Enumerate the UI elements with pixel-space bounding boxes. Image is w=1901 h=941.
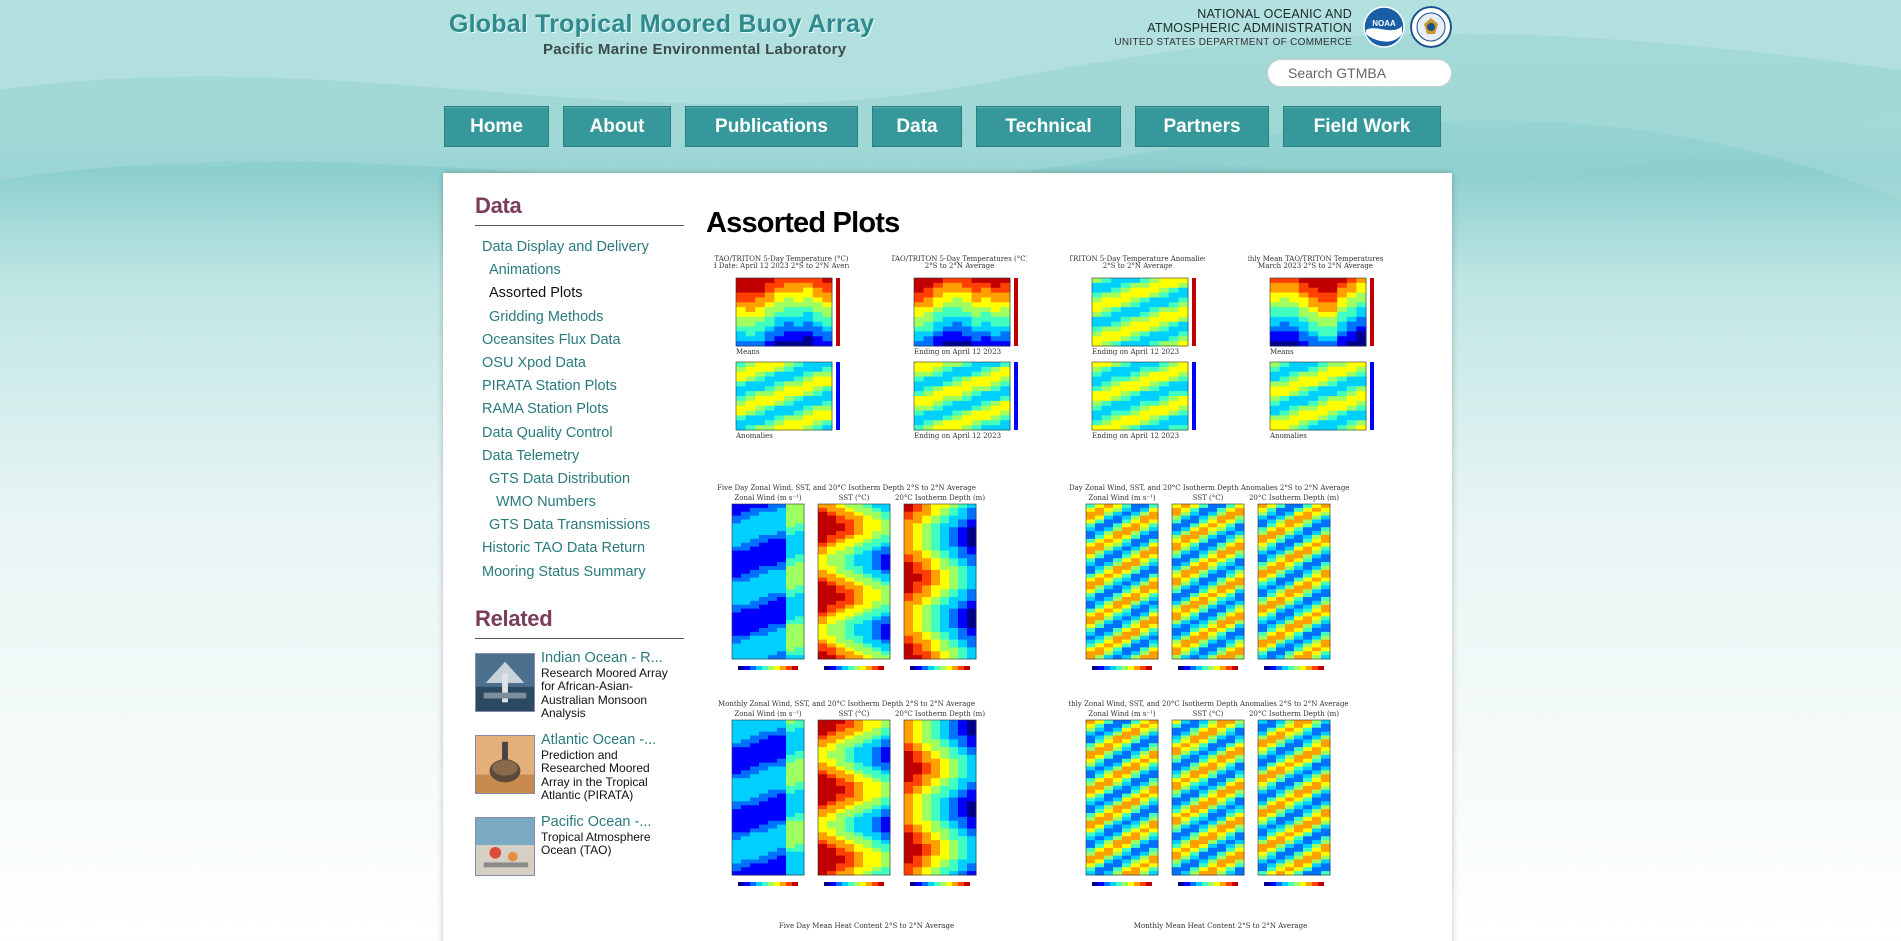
- plot-thumbnail[interactable]: Monthly Mean Heat Content 2°S to 2°N Ave…: [1068, 914, 1373, 941]
- plot-caption: Means: [1270, 348, 1294, 356]
- panel-label: 20°C Isotherm Depth (m): [895, 710, 985, 718]
- plot-subtitle: End Date: April 12 2023 2°S to 2°N Avera…: [714, 262, 849, 270]
- panel-label: 20°C Isotherm Depth (m): [895, 494, 985, 502]
- related-desc: Research Moored Array for African-Asian-…: [541, 665, 668, 721]
- plot-thumbnail[interactable]: Monthly Zonal Wind, SST, and 20°C Isothe…: [714, 698, 1019, 903]
- panel-label: SST (°C): [1193, 710, 1224, 718]
- content-panel: Data Data Display and Delivery Animations…: [443, 173, 1452, 941]
- plot-thumbnail[interactable]: Five Day Mean Heat Content 2°S to 2°N Av…: [714, 914, 1019, 941]
- plot-title: Five Day Zonal Wind, SST, and 20°C Isoth…: [1068, 484, 1349, 492]
- related-desc: Prediction and Researched Moored Array i…: [541, 747, 650, 803]
- site-title-sub: Pacific Marine Environmental Laboratory: [543, 41, 847, 58]
- related-title[interactable]: Indian Ocean - R...: [541, 649, 681, 667]
- plot-thumbnail[interactable]: TAO/TRITON 5-Day Temperatures (°C) 2°S to…: [892, 254, 1027, 449]
- plot-caption: Ending on April 12 2023: [1092, 348, 1179, 356]
- plot-caption: Ending on April 12 2023: [914, 432, 1001, 440]
- main-content: Assorted Plots TAO/TRITON 5-Day Temperat…: [706, 207, 1426, 930]
- nav-partners[interactable]: Partners: [1135, 106, 1269, 147]
- related-item-pacific-ocean[interactable]: Pacific Ocean -... Tropical Atmosphere O…: [475, 813, 684, 888]
- plot-thumbnail[interactable]: Monthly Zonal Wind, SST, and 20°C Isothe…: [1068, 698, 1373, 903]
- agency-line3: UNITED STATES DEPARTMENT OF COMMERCE: [1114, 37, 1352, 48]
- panel-label: 20°C Isotherm Depth (m): [1249, 494, 1339, 502]
- plot-caption: Anomalies: [1269, 432, 1307, 440]
- sidebar-item-assorted-plots[interactable]: Assorted Plots: [475, 282, 684, 305]
- sidebar-item-historic-tao-data-return[interactable]: Historic TAO Data Return: [475, 537, 684, 560]
- site-title[interactable]: Global Tropical Moored Buoy Array Pacifi…: [449, 10, 874, 58]
- sidebar-item-mooring-status-summary[interactable]: Mooring Status Summary: [475, 561, 684, 584]
- noaa-logo-icon[interactable]: NOAA: [1363, 6, 1405, 48]
- plot-caption: Ending on April 12 2023: [1092, 432, 1179, 440]
- related-list: Indian Ocean - R... Research Moored Arra…: [475, 649, 684, 888]
- panel-label: SST (°C): [839, 494, 870, 502]
- panel-label: Zonal Wind (m s⁻¹): [1088, 710, 1155, 718]
- sidebar-item-osu-xpod-data[interactable]: OSU Xpod Data: [475, 352, 684, 375]
- commerce-seal-icon[interactable]: [1410, 6, 1452, 48]
- plot-title: Monthly Zonal Wind, SST, and 20°C Isothe…: [718, 700, 975, 708]
- panel-label: SST (°C): [1193, 494, 1224, 502]
- plot-subtitle: 2°S to 2°N Average: [1103, 262, 1173, 270]
- agency-line1: NATIONAL OCEANIC AND: [1197, 7, 1352, 21]
- indian-ocean-thumbnail[interactable]: [475, 652, 535, 712]
- site-title-main[interactable]: Global Tropical Moored Buoy Array: [449, 10, 874, 39]
- related-title[interactable]: Atlantic Ocean -...: [541, 731, 681, 749]
- agency-name: NATIONAL OCEANIC AND ATMOSPHERIC ADMINIS…: [1114, 7, 1352, 48]
- nav-field-work[interactable]: Field Work: [1283, 106, 1441, 147]
- main-nav: Home About Publications Data Technical P…: [444, 106, 1441, 147]
- plot-subtitle: 2°S to 2°N Average: [925, 262, 995, 270]
- pacific-ocean-thumbnail[interactable]: [475, 816, 535, 876]
- panel-label: 20°C Isotherm Depth (m): [1249, 710, 1339, 718]
- panel-label: SST (°C): [839, 710, 870, 718]
- nav-home[interactable]: Home: [444, 106, 549, 147]
- nav-publications[interactable]: Publications: [685, 106, 858, 147]
- sidebar-item-gridding-methods[interactable]: Gridding Methods: [475, 306, 684, 329]
- related-heading: Related: [475, 606, 684, 639]
- sidebar-item-pirata-station-plots[interactable]: PIRATA Station Plots: [475, 375, 684, 398]
- sidebar-item-gts-data-transmissions[interactable]: GTS Data Transmissions: [475, 514, 684, 537]
- nav-data[interactable]: Data: [872, 106, 962, 147]
- panel-label: Zonal Wind (m s⁻¹): [1088, 494, 1155, 502]
- related-title[interactable]: Pacific Ocean -...: [541, 813, 681, 831]
- sidebar-item-wmo-numbers[interactable]: WMO Numbers: [475, 491, 684, 514]
- sidebar-nav: Data Display and Delivery Animations Assor…: [475, 236, 684, 584]
- page-title: Assorted Plots: [706, 207, 900, 239]
- plot-title: Monthly Mean Heat Content 2°S to 2°N Ave…: [1134, 922, 1307, 930]
- nav-about[interactable]: About: [563, 106, 671, 147]
- sidebar: Data Data Display and Delivery Animations…: [475, 193, 684, 895]
- related-item-atlantic-ocean[interactable]: Atlantic Ocean -... Prediction and Resea…: [475, 731, 684, 806]
- plot-thumbnail[interactable]: Monthly Mean TAO/TRITON Temperatures (°C…: [1248, 254, 1383, 449]
- plot-subtitle: March 2023 2°S to 2°N Average: [1258, 262, 1373, 270]
- plot-title: Five Day Mean Heat Content 2°S to 2°N Av…: [779, 922, 954, 930]
- sidebar-item-data-telemetry[interactable]: Data Telemetry: [475, 445, 684, 468]
- sidebar-item-gts-data-distribution[interactable]: GTS Data Distribution: [475, 468, 684, 491]
- plot-title: Five Day Zonal Wind, SST, and 20°C Isoth…: [717, 484, 976, 492]
- agency-line2: ATMOSPHERIC ADMINISTRATION: [1147, 21, 1352, 35]
- sidebar-item-data-quality-control[interactable]: Data Quality Control: [475, 422, 684, 445]
- plot-thumbnail[interactable]: Five Day Zonal Wind, SST, and 20°C Isoth…: [714, 482, 1019, 687]
- sidebar-item-oceansites-flux-data[interactable]: Oceansites Flux Data: [475, 329, 684, 352]
- panel-label: Zonal Wind (m s⁻¹): [734, 710, 801, 718]
- related-item-indian-ocean[interactable]: Indian Ocean - R... Research Moored Arra…: [475, 649, 684, 724]
- nav-technical[interactable]: Technical: [976, 106, 1121, 147]
- sidebar-heading: Data: [475, 193, 684, 226]
- plot-title: Monthly Zonal Wind, SST, and 20°C Isothe…: [1068, 700, 1349, 708]
- plot-thumbnail[interactable]: TAO/TRITON 5-Day Temperature Anomalies (…: [1070, 254, 1205, 449]
- plot-thumbnail[interactable]: TAO/TRITON 5-Day Temperature (°C)End Dat…: [714, 254, 849, 449]
- sidebar-item-data-display-and-delivery[interactable]: Data Display and Delivery: [475, 236, 684, 259]
- agency-logos: NOAA: [1363, 6, 1452, 48]
- atlantic-ocean-thumbnail[interactable]: [475, 734, 535, 794]
- panel-label: Zonal Wind (m s⁻¹): [734, 494, 801, 502]
- search-input[interactable]: [1267, 59, 1452, 87]
- noaa-logo-text: NOAA: [1372, 19, 1396, 28]
- plot-thumbnail[interactable]: Five Day Zonal Wind, SST, and 20°C Isoth…: [1068, 482, 1373, 687]
- sidebar-item-rama-station-plots[interactable]: RAMA Station Plots: [475, 398, 684, 421]
- sidebar-item-animations[interactable]: Animations: [475, 259, 684, 282]
- plot-caption: Anomalies: [735, 432, 773, 440]
- related-desc: Tropical Atmosphere Ocean (TAO): [541, 829, 651, 858]
- plot-caption: Ending on April 12 2023: [914, 348, 1001, 356]
- plot-caption: Means: [736, 348, 760, 356]
